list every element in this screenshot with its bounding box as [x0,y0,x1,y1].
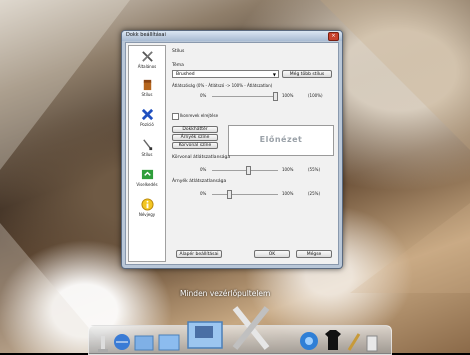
behavior-icon [141,169,153,180]
theme-select[interactable]: Brushed ▼ [172,70,279,78]
opacity-min: 0% [200,93,207,98]
settings-nav: Általános Stílus Pozíció Stílus Viselked… [128,45,166,262]
hammer-icon[interactable] [345,330,363,352]
recycle-bin-icon[interactable] [365,332,379,352]
nav-label: Névjegy [138,212,156,217]
nav-item-position[interactable]: Pozíció [129,108,165,127]
shadow-min: 0% [200,191,207,196]
nav-label: Pozíció [140,122,154,127]
dock-settings-window: Dokk beállításai × Általános Stílus Pozí… [121,30,343,269]
cancel-button[interactable]: Mégse [296,250,332,258]
opacity-slider[interactable] [212,92,278,101]
preview-label: Előnézet [259,135,303,144]
nav-label: Általános [137,64,157,69]
brush-icon [142,139,152,151]
shadow-value: (25%) [308,191,321,196]
separator-opacity-label: Körvonal átlátszatlansága [172,155,231,160]
shadow-max: 100% [282,191,294,196]
wallpaper-shard [350,203,470,293]
opacity-max: 100% [282,93,294,98]
opacity-label: Átlátszóság (0% - Átlátszó -> 100% - Átl… [172,83,273,88]
photo-folder-icon[interactable] [185,312,225,352]
network-icon[interactable] [297,328,321,352]
background-button[interactable]: Dokkháttér [172,126,218,133]
separator-value: (55%) [308,167,321,172]
shadow-opacity-label: Árnyék átlátszatlansága [172,179,227,184]
bucket-icon [143,79,151,91]
slider-thumb[interactable] [273,92,278,101]
separator-max: 100% [282,167,294,172]
settings-content: Stílus Téma Brushed ▼ Még több stílus Át… [168,45,336,262]
window-client: Általános Stílus Pozíció Stílus Viselked… [125,42,339,265]
slider-thumb[interactable] [227,190,232,199]
separator-opacity-slider[interactable] [212,166,278,175]
nav-label: Stílus [141,152,153,157]
theme-select-value: Brushed [176,72,195,77]
globe-icon[interactable] [113,330,131,352]
reset-defaults-button[interactable]: Alapér beállításai [176,250,222,258]
nav-label: Viselkedés [136,182,158,187]
nav-item-brush[interactable]: Stílus [129,138,165,157]
opacity-value: (100%) [308,93,323,98]
separator-color-button[interactable]: Korvonal színe [172,142,218,149]
nav-item-about[interactable]: Névjegy [129,198,165,217]
preview-box: Előnézet [228,125,334,156]
wallpaper-shard [0,0,130,170]
nav-item-style[interactable]: Stílus [129,78,165,97]
nav-item-general[interactable]: Általános [129,50,165,69]
position-icon [141,108,153,121]
chevron-down-icon: ▼ [272,72,276,77]
dock-item-caption: Minden vezérlőpultelem [180,289,271,298]
more-styles-button[interactable]: Még több stílus [282,70,332,78]
nav-item-behavior[interactable]: Viselkedés [129,168,165,187]
shadow-color-button[interactable]: Árnyék színe [172,134,218,141]
section-heading: Stílus [172,49,185,54]
dock-bar [88,306,392,355]
folder-icon[interactable] [157,328,181,352]
theme-label: Téma [172,63,184,68]
title-bar[interactable]: Dokk beállításai × [122,31,342,41]
folder-icon[interactable] [133,330,155,352]
window-title: Dokk beállításai [126,32,166,38]
tools-icon [141,51,153,62]
hide-icons-checkbox[interactable] [172,113,179,120]
slider-thumb[interactable] [246,166,251,175]
info-icon [140,198,154,211]
separator-min: 0% [200,167,207,172]
hide-icons-label: Ikonrevek elrejtése [180,113,219,118]
control-panel-tools-icon[interactable] [229,302,273,354]
ok-button[interactable]: OK [254,250,290,258]
tshirt-icon[interactable] [323,328,343,352]
shadow-opacity-slider[interactable] [212,190,278,199]
nav-label: Stílus [141,92,153,97]
close-button[interactable]: × [328,32,339,41]
desk-lamp-icon[interactable] [95,332,111,352]
